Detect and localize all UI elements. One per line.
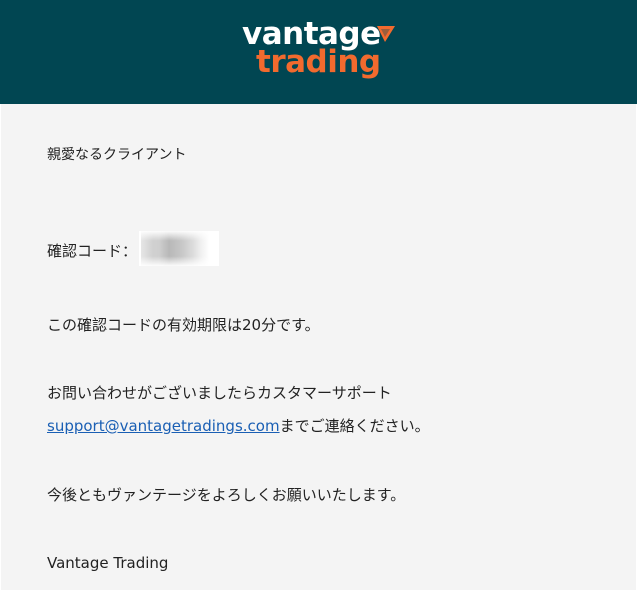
vantage-trading-logo: vantage trading (242, 19, 402, 81)
inquiry-text-suffix: までご連絡ください。 (279, 417, 430, 435)
inquiry-text-line1: お問い合わせがございましたらカスタマーサポート (47, 384, 392, 402)
logo-word-trading: trading (256, 44, 381, 80)
logo-arrow-icon (377, 26, 395, 42)
signature-text: Vantage Trading (47, 554, 169, 572)
verification-code-line: 確認コード： (47, 231, 220, 266)
greeting-text: 親愛なるクライアント (47, 147, 187, 163)
verification-code-label: 確認コード： (47, 242, 138, 260)
email-view: vantage trading 親愛なるクライアント 確認コード： この確認コー… (0, 0, 637, 590)
verification-code-value-blurred (139, 231, 220, 266)
support-email-link[interactable]: support@vantagetradings.com (47, 417, 280, 435)
closing-text: 今後ともヴァンテージをよろしくお願いいたします。 (47, 486, 406, 504)
email-body (1, 104, 636, 590)
inquiry-text-line2: support@vantagetradings.comまでご連絡ください。 (47, 416, 430, 436)
code-validity-text: この確認コードの有効期限は20分です。 (47, 316, 320, 334)
email-header-banner: vantage trading (0, 0, 637, 104)
